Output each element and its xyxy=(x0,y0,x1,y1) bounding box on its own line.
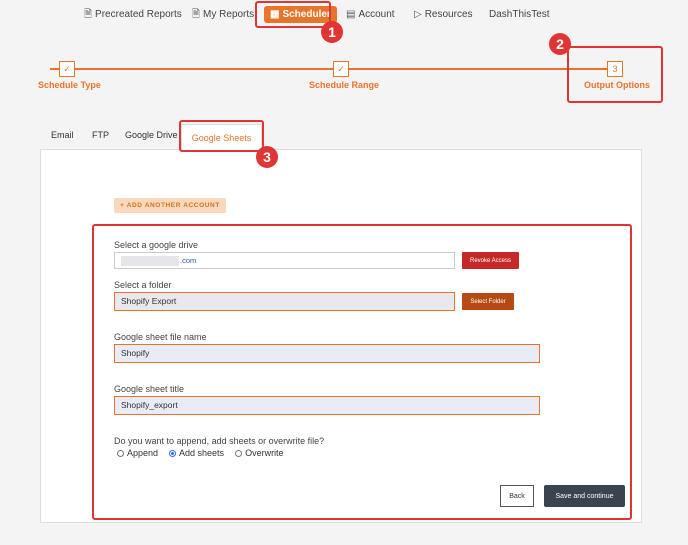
radio-label: Add sheets xyxy=(179,448,225,458)
annotation-callout-3: 3 xyxy=(256,146,278,168)
nav-label: Account xyxy=(358,9,395,20)
mode-question: Do you want to append, add sheets or ove… xyxy=(114,436,325,446)
radio-circle-selected[interactable] xyxy=(169,449,177,457)
select-folder-button[interactable]: Select Folder xyxy=(462,293,514,310)
tab-google-drive[interactable]: Google Drive xyxy=(125,130,178,140)
step-2-check-icon: ✓ xyxy=(333,61,349,77)
mode-radio-group: Append Add sheets Overwrite xyxy=(117,448,295,458)
drive-label: Select a google drive xyxy=(114,240,199,250)
play-icon: ▷ xyxy=(414,9,422,20)
document-icon: 🗎 xyxy=(84,9,93,20)
tab-google-sheets[interactable]: Google Sheets xyxy=(181,124,262,150)
nav-label: Scheduler xyxy=(282,8,331,20)
redacted-email xyxy=(121,255,179,266)
annotation-callout-2: 2 xyxy=(549,33,571,55)
nav-label: DashThisTest xyxy=(489,9,550,20)
sheet-title-input[interactable]: Shopify_export xyxy=(114,396,540,415)
step-1-label: Schedule Type xyxy=(38,80,101,90)
report-icon: 🗎 xyxy=(192,9,201,20)
stepper-progress-line xyxy=(50,68,608,70)
radio-circle[interactable] xyxy=(235,449,243,457)
step-3-number: 3 xyxy=(607,61,623,77)
nav-my-reports[interactable]: 🗎 My Reports xyxy=(192,7,254,23)
nav-dashthistest[interactable]: DashThisTest xyxy=(489,7,550,23)
account-card-icon: ▤ xyxy=(346,9,356,20)
top-navigation: 🗎 Precreated Reports 🗎 My Reports ▦ Sche… xyxy=(0,0,688,28)
tab-ftp[interactable]: FTP xyxy=(92,130,109,140)
file-name-input[interactable]: Shopify xyxy=(114,344,540,363)
radio-add-sheets[interactable]: Add sheets xyxy=(169,448,224,458)
file-name-label: Google sheet file name xyxy=(114,332,207,342)
google-drive-select[interactable]: .com xyxy=(114,252,455,269)
nav-label: My Reports xyxy=(203,9,255,20)
drive-email-suffix: .com xyxy=(180,256,197,265)
nav-label: Precreated Reports xyxy=(95,9,182,20)
nav-label: Resources xyxy=(424,9,473,20)
radio-label: Append xyxy=(127,448,159,458)
annotation-callout-1: 1 xyxy=(321,21,343,43)
nav-precreated-reports[interactable]: 🗎 Precreated Reports xyxy=(84,7,182,23)
nav-scheduler[interactable]: ▦ Scheduler xyxy=(264,6,337,23)
radio-label: Overwrite xyxy=(245,448,284,458)
nav-account[interactable]: ▤ Account xyxy=(346,7,395,23)
folder-input[interactable]: Shopify Export xyxy=(114,292,455,311)
step-1-check-icon: ✓ xyxy=(59,61,75,77)
step-3-label: Output Options xyxy=(584,80,650,90)
back-button[interactable]: Back xyxy=(500,485,534,507)
radio-circle[interactable] xyxy=(117,449,124,457)
sheet-title-label: Google sheet title xyxy=(114,384,185,394)
tab-email[interactable]: Email xyxy=(51,130,74,140)
revoke-access-button[interactable]: Revoke Access xyxy=(462,252,519,269)
save-and-continue-button[interactable]: Save and continue xyxy=(544,485,625,507)
nav-resources[interactable]: ▷ Resources xyxy=(414,7,473,23)
radio-overwrite[interactable]: Overwrite xyxy=(235,448,284,458)
folder-label: Select a folder xyxy=(114,280,172,290)
calendar-icon: ▦ xyxy=(270,8,280,20)
radio-append[interactable]: Append xyxy=(117,448,158,458)
step-2-label: Schedule Range xyxy=(309,80,380,90)
add-another-account-button[interactable]: + ADD ANOTHER ACCOUNT xyxy=(114,198,226,213)
